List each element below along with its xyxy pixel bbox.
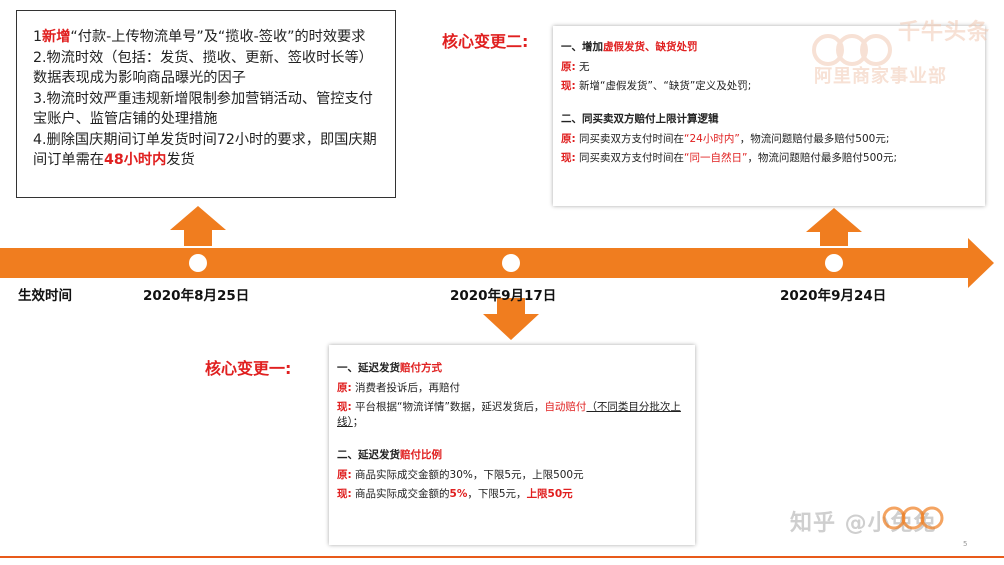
change-item-1: 1新增“付款-上传物流单号”及“揽收-签收”的时效要求: [33, 29, 366, 45]
bottom-divider: [0, 556, 1004, 558]
section-title: 二、同买卖双方赔付上限计算逻辑: [561, 113, 719, 125]
page-number: 5: [963, 540, 968, 548]
up-arrow-right: [806, 208, 862, 246]
watermark-logo-top: 千牛头条 阿里商家事业部: [810, 10, 990, 90]
change-item-4: 4.删除国庆期间订单发货时间72小时的要求，即国庆期间订单需在48小时内发货: [33, 131, 377, 169]
up-arrow-left: [170, 206, 226, 246]
timeline-date-2: 2020年9月17日: [450, 288, 557, 304]
old-rule-row: 原: 商品实际成交金额的30%，下限5元，上限500元: [337, 469, 584, 481]
old-rule-row: 原: 消费者投诉后，再赔付: [337, 382, 461, 394]
change-item-3: 3.物流时效严重违规新增限制参加营销活动、管控支付宝账户、监管店铺的处理措施: [33, 90, 373, 128]
core-change-one-heading: 核心变更一:: [205, 359, 292, 378]
policy-changes-box: 1新增“付款-上传物流单号”及“揽收-签收”的时效要求 2.物流时效（包括：发货…: [16, 10, 396, 198]
core-change-two-heading: 核心变更二:: [442, 32, 529, 51]
watermark-top-text: 千牛头条: [898, 20, 991, 45]
timeline-dot-2: [502, 254, 520, 272]
down-arrow-center: [483, 298, 539, 340]
new-rule-row: 现: 同买卖双方支付时间在“同一自然日”，物流问题赔付最多赔付500元;: [561, 152, 898, 164]
timeline-date-3: 2020年9月24日: [780, 288, 887, 304]
core-change-one-box: 一、延迟发货赔付方式 原: 消费者投诉后，再赔付 现: 平台根据“物流详情”数据…: [329, 345, 695, 545]
section-title: 一、延迟发货赔付方式: [337, 362, 442, 374]
timeline-title: 生效时间: [18, 288, 72, 304]
old-rule-row: 原: 同买卖双方支付时间在“24小时内”，物流问题赔付最多赔付500元;: [561, 133, 890, 145]
rings-logo-bottom-icon: [882, 506, 944, 530]
timeline-dot-3: [825, 254, 843, 272]
new-rule-row: 现: 平台根据“物流详情”数据，延迟发货后，自动赔付（不同类目分批次上线）；: [337, 401, 681, 428]
watermark-subtext: 阿里商家事业部: [814, 66, 947, 87]
timeline-dot-1: [189, 254, 207, 272]
timeline-date-1: 2020年8月25日: [143, 288, 250, 304]
change-item-2: 2.物流时效（包括：发货、揽收、更新、签收时长等）数据表现成为影响商品曝光的因子: [33, 49, 373, 87]
section-title: 二、延迟发货赔付比例: [337, 449, 442, 461]
new-rule-row: 现: 商品实际成交金额的5%，下限5元，上限50元: [337, 488, 573, 500]
